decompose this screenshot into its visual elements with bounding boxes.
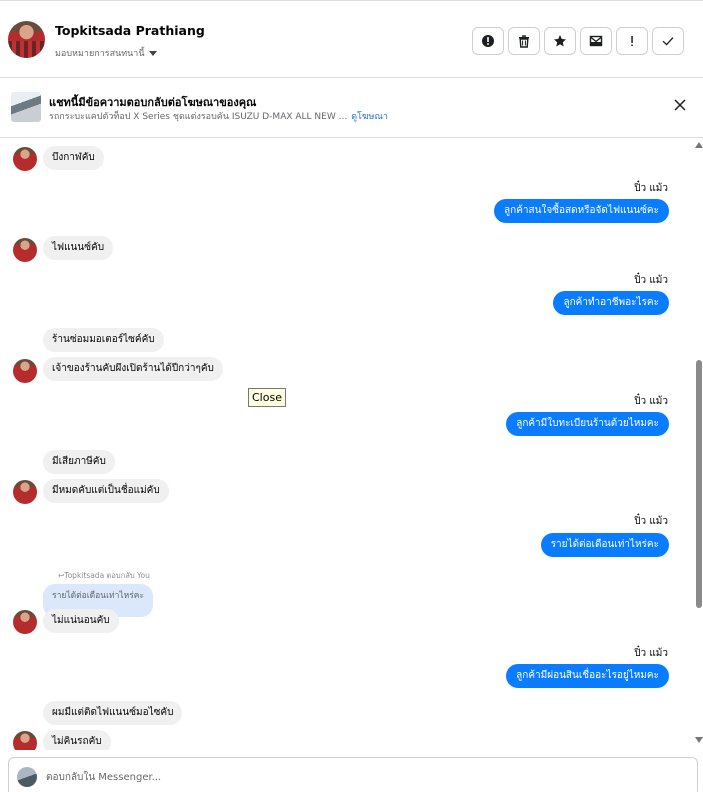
sender-name: ปิ๋ว แม้ว (634, 396, 668, 407)
page-avatar (17, 767, 37, 787)
mark-unread-button[interactable] (580, 27, 612, 55)
outgoing-message: ลูกค้าสนใจซื้อสดหรือจัดไฟแนนซ์คะ (494, 199, 669, 223)
incoming-message: มีหมดคับแต่เป็นชื่อแม่คับ (43, 479, 169, 503)
contact-name[interactable]: Topkitsada Prathiang (55, 23, 205, 38)
ad-thumbnail[interactable] (11, 92, 41, 122)
contact-avatar-small (13, 731, 37, 750)
contact-avatar-small (13, 359, 37, 383)
close-icon (674, 99, 686, 111)
reply-composer (8, 757, 698, 792)
exclamation-icon (631, 36, 633, 46)
mark-done-button[interactable] (652, 27, 684, 55)
star-icon (554, 35, 566, 47)
caret-down-icon (148, 50, 157, 56)
contact-avatar-small (13, 610, 37, 634)
contact-avatar-small (13, 480, 37, 504)
ad-description: รถกระบะแคปตัวท็อป X Series ชุดแต่งรอบคัน… (49, 112, 348, 122)
ad-banner-subtitle: รถกระบะแคปตัวท็อป X Series ชุดแต่งรอบคัน… (49, 109, 388, 123)
reply-input[interactable] (46, 768, 646, 786)
sender-name: ปิ๋ว แม้ว (634, 648, 668, 659)
incoming-message: ไม่แน่นอนคับ (43, 609, 119, 633)
header-actions (472, 27, 684, 55)
incoming-message: มีเสียภาษีคับ (43, 450, 115, 474)
mark-spam-button[interactable] (472, 27, 504, 55)
incoming-message: ไฟแนนซ์คับ (43, 236, 114, 260)
message-thread[interactable]: บึงกาฬคับ ปิ๋ว แม้ว ลูกค้าสนใจซื้อสดหรือ… (0, 138, 695, 750)
incoming-message: บึงกาฬคับ (43, 146, 104, 170)
sender-name: ปิ๋ว แม้ว (634, 275, 668, 286)
incoming-message: ร้านซ่อมมอเตอร์ไซค์คับ (43, 328, 164, 352)
outgoing-message: ลูกค้ามีใบทะเบียนร้านด้วยไหมคะ (506, 412, 669, 436)
outgoing-message: รายได้ต่อเดือนเท่าไหร่คะ (540, 533, 669, 557)
outgoing-message: ลูกค้ามีผ่อนสินเชื่ออะไรอยู่ไหมคะ (506, 664, 669, 688)
close-banner-button[interactable] (672, 98, 688, 114)
ad-reply-banner: แชทนี้มีข้อความตอบกลับต่อโฆษณาของคุณ รถก… (0, 78, 703, 138)
scroll-up-arrow-icon[interactable] (695, 142, 703, 148)
outgoing-message: ลูกค้าทำอาชีพอะไรคะ (553, 291, 669, 315)
thread-scrollbar[interactable] (695, 138, 703, 750)
delete-button[interactable] (508, 27, 540, 55)
check-icon (662, 37, 674, 46)
sender-name: ปิ๋ว แม้ว (634, 183, 668, 194)
incoming-message: ผมมีแต่ติดไฟแนนซ์มอไซคับ (43, 701, 183, 725)
mail-unread-icon (589, 35, 603, 47)
reply-context-note: ↩Topkitsada ตอบกลับ You (58, 571, 150, 580)
contact-avatar-small (13, 147, 37, 171)
conversation-header: Topkitsada Prathiang มอบหมายการสนทนานี้ (0, 3, 703, 78)
alert-circle-icon (482, 35, 494, 47)
sender-name: ปิ๋ว แม้ว (634, 516, 668, 527)
star-button[interactable] (544, 27, 576, 55)
assign-conversation-dropdown[interactable]: มอบหมายการสนทนานี้ (55, 46, 157, 60)
scrollbar-thumb[interactable] (696, 360, 702, 608)
trash-icon (519, 35, 529, 48)
incoming-message: เจ้าของร้านคับผึงเปิดร้านได้ปีกว่าๆคับ (43, 357, 223, 381)
follow-up-button[interactable] (616, 27, 648, 55)
incoming-message: ไม่คินรถคับ (43, 730, 111, 750)
close-tooltip: Close (248, 388, 286, 407)
contact-avatar-small (13, 238, 37, 262)
assign-label: มอบหมายการสนทนานี้ (55, 49, 145, 59)
view-ad-link[interactable]: ดูโฆษณา (351, 112, 388, 122)
contact-avatar[interactable] (8, 21, 45, 58)
scroll-down-arrow-icon[interactable] (695, 737, 703, 743)
